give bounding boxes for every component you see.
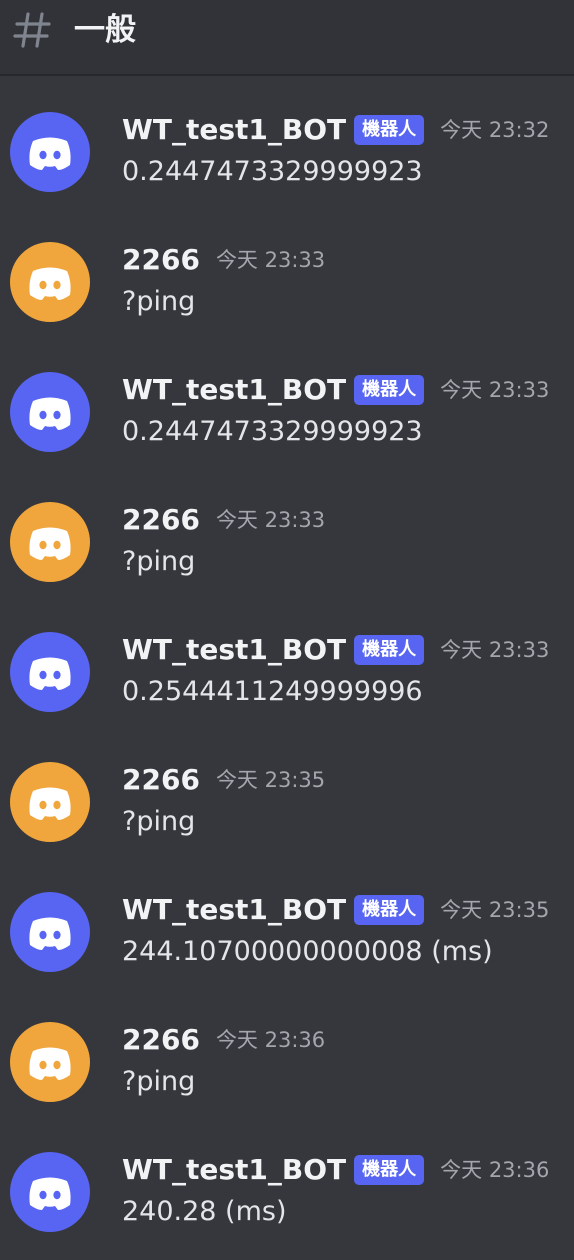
discord-logo-icon [29,1177,71,1210]
message-header: WT_test1_BOT 機器人 今天 23:33 [122,632,549,668]
timestamp[interactable]: 今天 23:36 [440,1152,549,1188]
username[interactable]: 2266 [122,242,200,278]
message-content: ?ping [122,806,196,837]
avatar[interactable] [10,632,90,712]
discord-logo-icon [29,787,71,820]
message-content: ?ping [122,1066,196,1097]
avatar[interactable] [10,372,90,452]
avatar[interactable] [10,762,90,842]
message: 2266 今天 23:33 ?ping [0,466,574,596]
username[interactable]: 2266 [122,1022,200,1058]
timestamp[interactable]: 今天 23:33 [440,372,549,408]
message-content: 244.10700000000008 (ms) [122,936,493,967]
username[interactable]: WT_test1_BOT [122,892,346,928]
username[interactable]: WT_test1_BOT [122,1152,346,1188]
message-content: 240.28 (ms) [122,1196,287,1227]
message-content: ?ping [122,286,196,317]
message-header: 2266 今天 23:33 [122,242,325,278]
message: WT_test1_BOT 機器人 今天 23:36 240.28 (ms) [0,1116,574,1246]
bot-tag: 機器人 [354,1155,425,1185]
bot-tag: 機器人 [354,635,425,665]
username[interactable]: WT_test1_BOT [122,372,346,408]
timestamp[interactable]: 今天 23:35 [216,762,325,798]
message-content: 0.2447473329999923 [122,416,423,447]
username[interactable]: WT_test1_BOT [122,632,346,668]
avatar[interactable] [10,502,90,582]
message-header: 2266 今天 23:35 [122,762,325,798]
hash-icon [13,12,51,48]
discord-logo-icon [29,1047,71,1080]
timestamp[interactable]: 今天 23:36 [216,1022,325,1058]
discord-logo-icon [29,917,71,950]
avatar[interactable] [10,1022,90,1102]
avatar[interactable] [10,892,90,972]
message: 2266 今天 23:36 ?ping [0,986,574,1116]
discord-logo-icon [29,267,71,300]
username[interactable]: 2266 [122,502,200,538]
message-header: 2266 今天 23:33 [122,502,325,538]
avatar[interactable] [10,1152,90,1232]
message-content: ?ping [122,546,196,577]
timestamp[interactable]: 今天 23:33 [216,242,325,278]
username[interactable]: 2266 [122,762,200,798]
timestamp[interactable]: 今天 23:32 [440,112,549,148]
message: WT_test1_BOT 機器人 今天 23:35 244.1070000000… [0,856,574,986]
username[interactable]: WT_test1_BOT [122,112,346,148]
avatar[interactable] [10,112,90,192]
timestamp[interactable]: 今天 23:35 [440,892,549,928]
discord-logo-icon [29,527,71,560]
timestamp[interactable]: 今天 23:33 [216,502,325,538]
discord-logo-icon [29,397,71,430]
bot-tag: 機器人 [354,115,425,145]
message-content: 0.2544411249999996 [122,676,423,707]
message-header: WT_test1_BOT 機器人 今天 23:32 [122,112,549,148]
discord-logo-icon [29,657,71,690]
message: 2266 今天 23:35 ?ping [0,726,574,856]
bot-tag: 機器人 [354,375,425,405]
message-header: 2266 今天 23:36 [122,1022,325,1058]
bot-tag: 機器人 [354,895,425,925]
message: WT_test1_BOT 機器人 今天 23:33 0.254441124999… [0,596,574,726]
channel-title: 一般 [74,12,136,48]
message: 2266 今天 23:33 ?ping [0,206,574,336]
message-content: 0.2447473329999923 [122,156,423,187]
message-header: WT_test1_BOT 機器人 今天 23:36 [122,1152,549,1188]
timestamp[interactable]: 今天 23:33 [440,632,549,668]
message: WT_test1_BOT 機器人 今天 23:33 0.244747332999… [0,336,574,466]
channel-header: 一般 [0,0,574,76]
message: WT_test1_BOT 機器人 今天 23:32 0.244747332999… [0,76,574,206]
avatar[interactable] [10,242,90,322]
message-header: WT_test1_BOT 機器人 今天 23:33 [122,372,549,408]
message-header: WT_test1_BOT 機器人 今天 23:35 [122,892,549,928]
discord-logo-icon [29,137,71,170]
